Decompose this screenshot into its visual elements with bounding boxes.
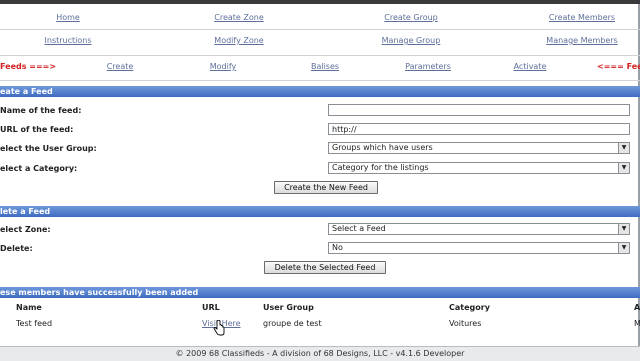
category-selected-value: Category for the listings: [332, 163, 429, 172]
feeds-right-arrow-label: <=== Fee: [597, 62, 640, 71]
nav-modify-zone-link[interactable]: Modify Zone: [214, 36, 263, 45]
nav-create-zone-link[interactable]: Create Zone: [214, 13, 264, 22]
row-user-group-cell: groupe de test: [263, 319, 322, 328]
column-header-truncated: A: [634, 303, 640, 312]
nav-create-members-link[interactable]: Create Members: [549, 13, 615, 22]
feeds-modify-link[interactable]: Modify: [210, 62, 237, 71]
column-header-user-group: User Group: [263, 303, 314, 312]
hand-pointer-icon: [213, 320, 225, 336]
footer: © 2009 68 Classifieds - A division of 68…: [0, 346, 640, 361]
nav-row-primary: Home Create Zone Create Group Create Mem…: [0, 13, 640, 27]
delete-select[interactable]: No ▼: [328, 242, 630, 254]
row-category-cell: Voitures: [449, 319, 482, 328]
feed-name-input[interactable]: [328, 104, 630, 116]
nav-create-group-link[interactable]: Create Group: [384, 13, 437, 22]
select-zone-select[interactable]: Select a Feed ▼: [328, 223, 630, 235]
chevron-down-icon[interactable]: ▼: [618, 143, 629, 153]
feeds-parameters-link[interactable]: Parameters: [405, 62, 451, 71]
category-label: elect a Category:: [0, 164, 78, 173]
feeds-activate-link[interactable]: Activate: [514, 62, 547, 71]
select-zone-selected-value: Select a Feed: [332, 224, 386, 233]
feed-url-label: URL of the feed:: [0, 125, 74, 134]
feeds-divider: [0, 80, 640, 81]
feeds-menu-bar: Feeds ===> Create Modify Balises Paramet…: [0, 62, 640, 76]
user-group-selected-value: Groups which have users: [332, 143, 433, 152]
feed-url-input[interactable]: [328, 123, 630, 135]
nav-divider-2: [0, 55, 640, 56]
category-select[interactable]: Category for the listings ▼: [328, 162, 630, 174]
user-group-select[interactable]: Groups which have users ▼: [328, 142, 630, 154]
column-header-category: Category: [449, 303, 490, 312]
delete-feed-header: lete a Feed: [0, 206, 640, 217]
nav-row-secondary: Instructions Modify Zone Manage Group Ma…: [0, 36, 640, 50]
nav-divider: [0, 29, 640, 30]
user-group-label: elect the User Group:: [0, 144, 97, 153]
row-name-cell: Test feed: [16, 319, 53, 328]
nav-home-link[interactable]: Home: [56, 13, 80, 22]
chevron-down-icon[interactable]: ▼: [618, 243, 629, 253]
delete-feed-button[interactable]: Delete the Selected Feed: [264, 261, 386, 274]
members-added-header: ese members have successfully been added: [0, 287, 640, 298]
nav-manage-group-link[interactable]: Manage Group: [382, 36, 441, 45]
nav-instructions-link[interactable]: Instructions: [45, 36, 92, 45]
feed-name-label: Name of the feed:: [0, 106, 82, 115]
delete-label: Delete:: [0, 244, 33, 253]
delete-selected-value: No: [332, 243, 343, 252]
feeds-balises-link[interactable]: Balises: [311, 62, 339, 71]
feeds-left-arrow-label: Feeds ===>: [0, 62, 57, 71]
row-truncated-cell: M: [634, 319, 640, 328]
chevron-down-icon[interactable]: ▼: [618, 163, 629, 173]
create-feed-button[interactable]: Create the New Feed: [274, 181, 378, 194]
column-header-name: Name: [16, 303, 42, 312]
create-feed-header: eate a Feed: [0, 86, 640, 97]
chevron-down-icon[interactable]: ▼: [618, 224, 629, 234]
nav-manage-members-link[interactable]: Manage Members: [546, 36, 617, 45]
feeds-create-link[interactable]: Create: [107, 62, 134, 71]
column-header-url: URL: [202, 303, 220, 312]
select-zone-label: elect Zone:: [0, 225, 51, 234]
